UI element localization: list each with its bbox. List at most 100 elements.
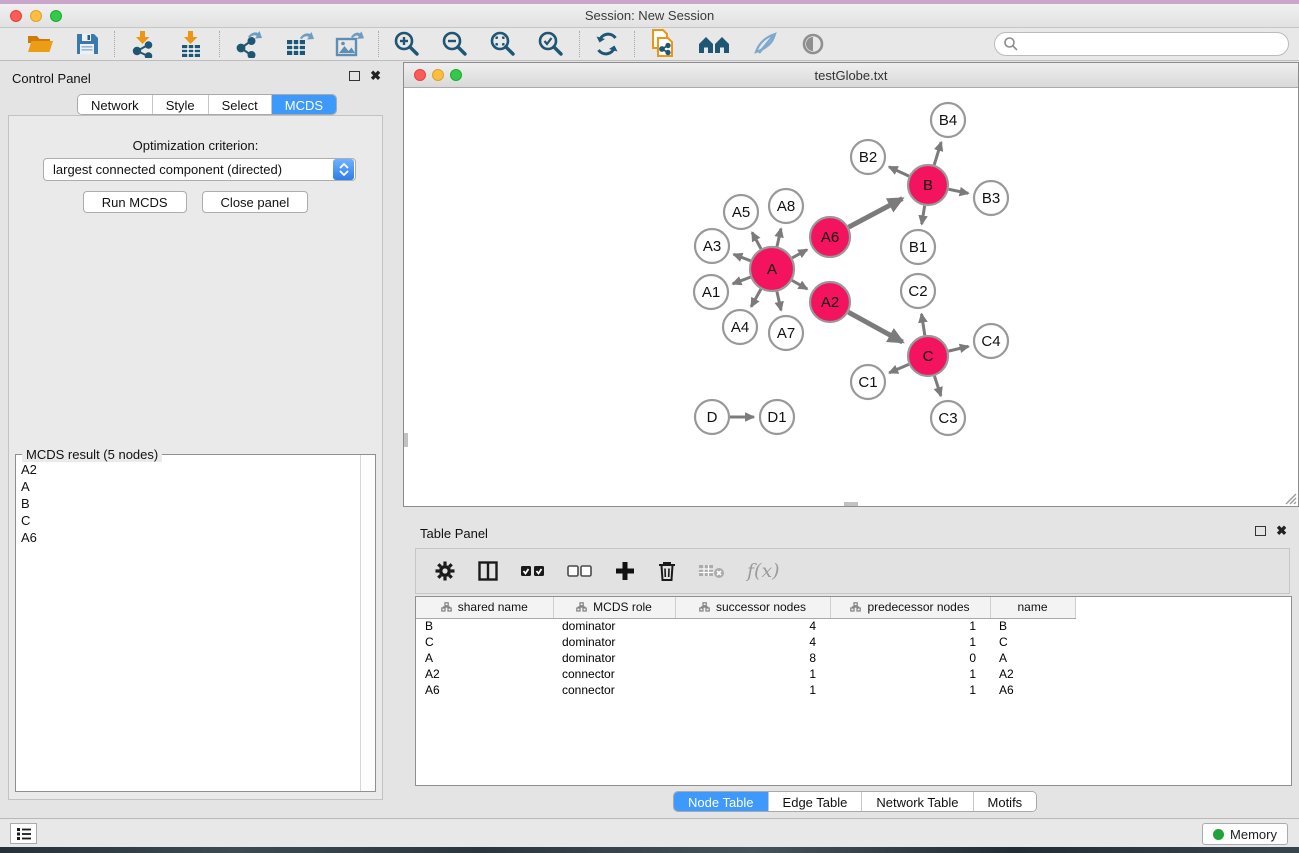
table-cell[interactable]: B — [416, 618, 553, 634]
table-cell[interactable]: connector — [553, 682, 675, 698]
edge-A-A2[interactable] — [792, 280, 807, 289]
column-header-shared-name[interactable]: shared name — [416, 597, 553, 618]
criterion-dropdown[interactable]: largest connected component (directed) — [43, 158, 356, 181]
edge-C-C4[interactable] — [948, 346, 968, 351]
close-panel-icon[interactable]: ✖ — [1276, 526, 1287, 536]
clone-network-icon[interactable] — [649, 29, 677, 59]
resize-grip-icon[interactable] — [1283, 491, 1297, 505]
export-image-icon[interactable] — [334, 30, 364, 58]
birdseye-view-icon[interactable] — [697, 31, 731, 57]
list-item[interactable]: B — [17, 495, 359, 512]
show-column-icon[interactable] — [477, 560, 499, 582]
show-panels-list-button[interactable] — [10, 823, 37, 844]
column-header-name[interactable]: name — [990, 597, 1075, 618]
column-header-predecessor-nodes[interactable]: predecessor nodes — [830, 597, 990, 618]
paint-mapping-off-icon[interactable] — [751, 31, 779, 57]
show-hide-icon[interactable] — [799, 31, 827, 57]
table-cell[interactable]: dominator — [553, 618, 675, 634]
edge-A-A8[interactable] — [777, 229, 781, 247]
table-cell[interactable]: dominator — [553, 634, 675, 650]
table-cell[interactable]: C — [416, 634, 553, 650]
table-cell[interactable]: 1 — [830, 618, 990, 634]
edge-A-A3[interactable] — [734, 254, 751, 260]
edge-A-A4[interactable] — [751, 289, 761, 307]
table-cell[interactable]: connector — [553, 666, 675, 682]
import-table-icon[interactable] — [177, 30, 205, 58]
tab-network-table[interactable]: Network Table — [861, 792, 972, 811]
table-cell[interactable]: C — [990, 634, 1075, 650]
edge-B-B4[interactable] — [934, 142, 941, 165]
edge-C-C1[interactable] — [889, 364, 908, 372]
import-network-icon[interactable] — [129, 30, 157, 58]
delete-column-icon[interactable] — [657, 560, 677, 582]
float-panel-icon[interactable] — [349, 71, 360, 81]
zoom-in-icon[interactable] — [393, 30, 421, 58]
tab-select[interactable]: Select — [208, 95, 271, 114]
table-options-gear-icon[interactable] — [434, 560, 456, 582]
open-file-icon[interactable] — [26, 31, 54, 57]
table-cell[interactable]: 4 — [675, 618, 830, 634]
edge-C-C2[interactable] — [922, 314, 925, 335]
close-panel-button[interactable]: Close panel — [202, 191, 309, 213]
table-row[interactable]: Bdominator41B — [416, 618, 1292, 634]
scrollbar-track[interactable] — [360, 455, 375, 791]
save-session-icon[interactable] — [74, 31, 100, 57]
table-cell[interactable]: A2 — [416, 666, 553, 682]
deselect-all-checks-icon[interactable] — [567, 560, 593, 582]
table-cell[interactable]: 1 — [830, 634, 990, 650]
column-header-successor-nodes[interactable]: successor nodes — [675, 597, 830, 618]
export-table-icon[interactable] — [284, 30, 314, 58]
search-field[interactable] — [994, 32, 1289, 56]
tab-node-table[interactable]: Node Table — [674, 792, 768, 811]
add-column-icon[interactable] — [614, 560, 636, 582]
list-item[interactable]: A — [17, 478, 359, 495]
list-item[interactable]: A2 — [17, 461, 359, 478]
list-item[interactable]: A6 — [17, 529, 359, 546]
table-cell[interactable]: B — [990, 618, 1075, 634]
edge-B-B3[interactable] — [949, 189, 969, 193]
edge-A-A7[interactable] — [777, 291, 781, 310]
table-cell[interactable]: 1 — [830, 682, 990, 698]
delete-table-icon[interactable] — [698, 561, 726, 581]
tab-edge-table[interactable]: Edge Table — [768, 792, 862, 811]
table-cell[interactable]: 0 — [830, 650, 990, 666]
table-row[interactable]: A6connector11A6 — [416, 682, 1292, 698]
search-input[interactable] — [1019, 34, 1288, 54]
list-item[interactable]: C — [17, 512, 359, 529]
table-row[interactable]: A2connector11A2 — [416, 666, 1292, 682]
zoom-selected-icon[interactable] — [537, 30, 565, 58]
column-header-mcds-role[interactable]: MCDS role — [553, 597, 675, 618]
edge-A6-B[interactable] — [849, 199, 903, 228]
edge-A-A1[interactable] — [733, 277, 751, 284]
table-cell[interactable]: A — [416, 650, 553, 666]
table-row[interactable]: Cdominator41C — [416, 634, 1292, 650]
export-network-icon[interactable] — [234, 30, 264, 58]
network-canvas[interactable]: AA1A2A3A4A5A6A7A8BB1B2B3B4CC1C2C3C4DD1 — [404, 88, 1298, 506]
function-builder-icon[interactable]: f(x) — [747, 560, 780, 582]
select-all-checks-icon[interactable] — [520, 560, 546, 582]
table-cell[interactable]: 1 — [675, 682, 830, 698]
edge-C-C3[interactable] — [934, 376, 940, 396]
edge-A-A5[interactable] — [752, 232, 761, 248]
zoom-out-icon[interactable] — [441, 30, 469, 58]
edge-B-B2[interactable] — [889, 167, 909, 176]
edge-A-A6[interactable] — [792, 250, 807, 258]
table-cell[interactable]: 1 — [830, 666, 990, 682]
tab-style[interactable]: Style — [152, 95, 208, 114]
table-cell[interactable]: 8 — [675, 650, 830, 666]
tab-mcds[interactable]: MCDS — [271, 95, 336, 114]
horizontal-scroll-thumb[interactable] — [844, 502, 858, 506]
edge-A2-C[interactable] — [848, 312, 902, 342]
table-cell[interactable]: A — [990, 650, 1075, 666]
network-window-titlebar[interactable]: testGlobe.txt — [404, 63, 1298, 88]
float-panel-icon[interactable] — [1255, 526, 1266, 536]
table-cell[interactable]: A2 — [990, 666, 1075, 682]
table-cell[interactable]: 4 — [675, 634, 830, 650]
table-cell[interactable]: A6 — [416, 682, 553, 698]
zoom-fit-icon[interactable] — [489, 30, 517, 58]
table-cell[interactable]: dominator — [553, 650, 675, 666]
tab-motifs[interactable]: Motifs — [973, 792, 1037, 811]
memory-button[interactable]: Memory — [1202, 823, 1288, 845]
table-cell[interactable]: 1 — [675, 666, 830, 682]
refresh-icon[interactable] — [594, 31, 620, 57]
